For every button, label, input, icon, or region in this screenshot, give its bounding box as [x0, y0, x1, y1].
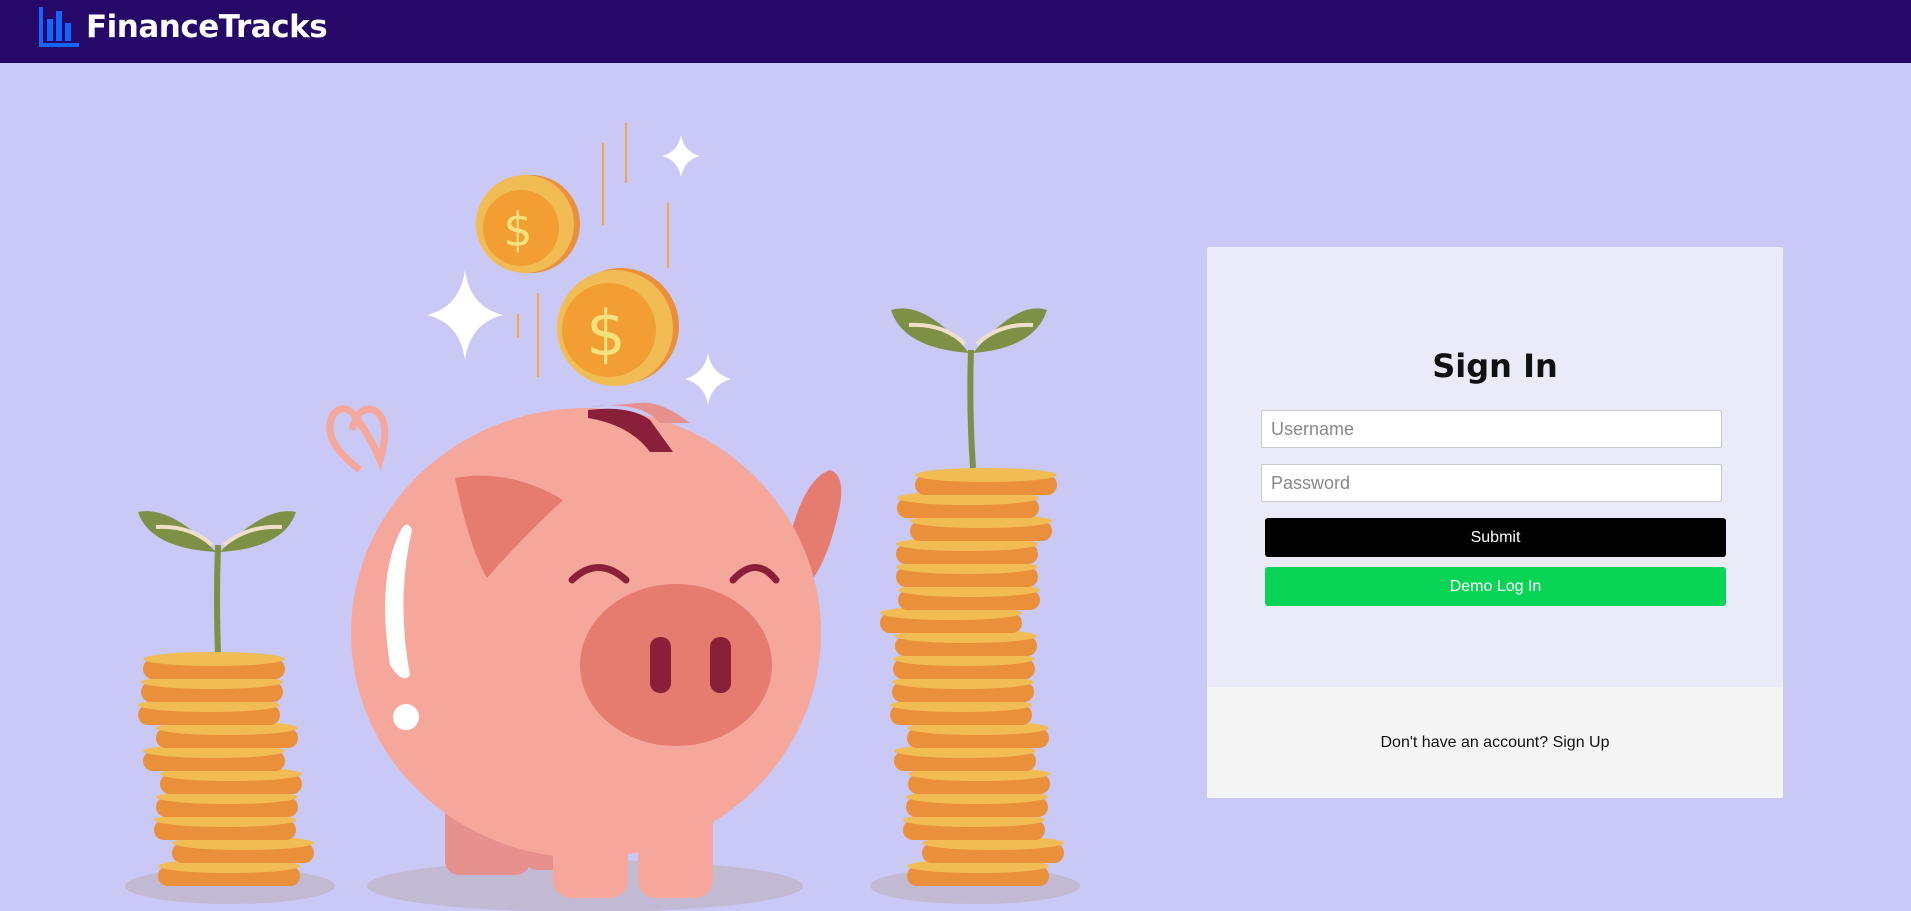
dollar-sign: $ [586, 297, 625, 370]
pig-snout [580, 584, 772, 746]
coin [908, 767, 1050, 794]
coin [143, 744, 285, 771]
left-coin-stack [138, 652, 314, 886]
coin [158, 859, 300, 886]
coin [915, 468, 1057, 495]
coin [141, 675, 283, 702]
coin [894, 744, 1036, 771]
password-input[interactable] [1261, 464, 1722, 502]
right-coin-stack [880, 468, 1064, 886]
top-navbar: FinanceTracks [0, 0, 1911, 63]
coin [895, 629, 1037, 656]
coin [903, 813, 1045, 840]
coin [906, 790, 1048, 817]
card-footer: Don't have an account? Sign Up [1207, 687, 1783, 798]
coin [156, 790, 298, 817]
coin [892, 675, 1034, 702]
coin [880, 606, 1022, 633]
coin [143, 652, 285, 679]
sparkle-icon [427, 270, 503, 360]
pig-highlight [393, 704, 419, 730]
sparkle-icon [685, 353, 731, 405]
piggy-bank-coins-illustration: $ $ [125, 123, 1080, 911]
demo-login-button[interactable]: Demo Log In [1265, 567, 1726, 606]
signup-prompt: Don't have an account? [1380, 733, 1553, 751]
falling-coin: $ [476, 175, 580, 273]
dollar-sign: $ [503, 203, 532, 257]
coin [897, 491, 1039, 518]
coin [896, 537, 1038, 564]
left-sprout [138, 511, 296, 653]
coin [896, 560, 1038, 587]
page-title: Sign In [1432, 347, 1558, 385]
brand-name: FinanceTracks [86, 9, 328, 45]
coin [922, 836, 1064, 863]
coin [907, 721, 1049, 748]
username-input[interactable] [1261, 410, 1722, 448]
falling-coin: $ [557, 268, 679, 386]
sign-up-link[interactable]: Sign Up [1553, 734, 1610, 752]
coin [898, 583, 1040, 610]
coin [172, 836, 314, 863]
coin [893, 652, 1035, 679]
piggy-bank [326, 402, 842, 898]
brand[interactable]: FinanceTracks [38, 5, 328, 49]
sign-in-card: Sign In Submit Demo Log In Don't have an… [1207, 247, 1783, 798]
pig-front-leg [638, 790, 713, 898]
coin [890, 698, 1032, 725]
pig-nostril [710, 637, 731, 693]
submit-button[interactable]: Submit [1265, 518, 1726, 557]
sparkle-icon [662, 135, 700, 177]
coin [910, 514, 1052, 541]
bar-chart-icon [39, 7, 79, 47]
pig-front-leg [553, 790, 628, 898]
coin [154, 813, 296, 840]
right-sprout [891, 308, 1047, 469]
coin [907, 859, 1049, 886]
pig-nostril [650, 637, 671, 693]
coin [160, 767, 302, 794]
coin [138, 698, 280, 725]
coin [156, 721, 298, 748]
